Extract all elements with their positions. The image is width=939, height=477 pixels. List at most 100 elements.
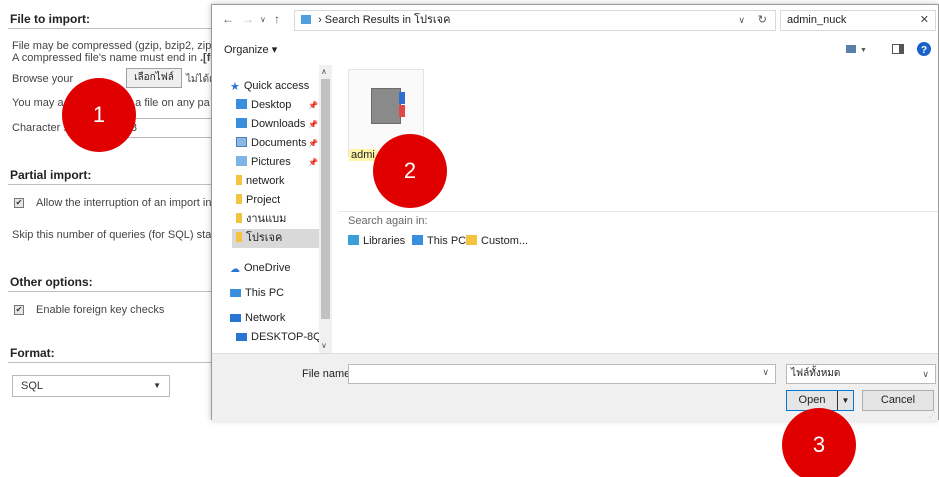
file-list: admi Search again in: Libraries This PC … [338,65,938,353]
format-select[interactable]: SQL ▼ [12,375,170,397]
desktop-icon [236,99,247,109]
forward-icon[interactable]: → [242,12,254,26]
scrollbar-thumb[interactable] [321,79,330,319]
compressed-name-prefix: A compressed file's name must end in [12,52,200,64]
preview-pane-icon[interactable] [892,44,904,57]
nav-scrollbar[interactable]: ∧ ∨ [319,65,332,353]
nav-project[interactable]: Project [236,191,320,210]
nav-onedrive[interactable]: ☁ OneDrive [230,259,332,278]
nav-label: Downloads [251,118,306,130]
nav-desktop[interactable]: Desktop 📌 [236,96,320,115]
choose-file-button[interactable]: เลือกไฟล์ [126,68,182,88]
nav-documents[interactable]: Documents 📌 [236,134,320,153]
file-to-import-title: File to import: [10,12,90,26]
network-icon [230,314,241,322]
pin-icon: 📌 [308,101,318,110]
svg-text:▼: ▼ [860,47,867,54]
file-name-input[interactable]: ∨ [348,364,776,384]
address-field[interactable]: › Search Results in โปรเจค ∨ ↻ [294,10,776,31]
folder-icon [301,15,311,24]
pin-icon: 📌 [308,120,318,129]
search-custom-link[interactable]: Custom... [466,235,528,247]
nav-network-folder[interactable]: network [236,172,320,191]
skip-queries-label: Skip this number of queries (for SQL) st… [12,229,227,241]
search-again-label: Search again in: [348,215,428,227]
recent-locations-icon[interactable]: ∨ [260,15,266,24]
nav-this-pc[interactable]: This PC [230,284,332,303]
navigation-pane: ★ Quick access Desktop 📌 Downloads 📌 Docume… [212,65,332,353]
file-icon-tab [399,92,405,104]
scroll-down-icon[interactable]: ∨ [321,341,327,350]
search-this-pc-link[interactable]: This PC [412,235,466,247]
up-folder-icon[interactable]: ↑ [274,12,280,26]
back-icon[interactable]: ← [222,12,234,26]
step-marker-1: 1 [62,78,136,152]
folder-icon [236,194,242,204]
chevron-down-icon: ▼ [153,381,161,390]
libraries-icon [348,235,359,245]
foreign-key-checkbox[interactable]: ✔ [14,305,24,315]
file-name-label: File name: [302,368,354,380]
folder-icon [236,175,242,185]
link-label: This PC [427,235,467,247]
step-marker-3: 3 [782,408,856,477]
nav-quick-access[interactable]: ★ Quick access [230,77,332,96]
nav-label: network [246,175,285,187]
custom-folder-icon [466,235,477,245]
browse-label: Browse your [12,73,74,85]
allow-interrupt-label: Allow the interruption of an import in c [36,197,221,209]
nav-project-thai[interactable]: โปรเจค [232,229,320,248]
link-label: Libraries [363,235,406,247]
star-icon: ★ [230,81,240,93]
format-title: Format: [10,346,55,360]
help-icon[interactable]: ? [917,42,931,59]
nav-label: Documents [251,137,307,149]
step-marker-2: 2 [373,134,447,208]
chevron-down-icon: ∨ [922,369,929,379]
nav-pictures[interactable]: Pictures 📌 [236,153,320,172]
allow-interrupt-checkbox[interactable]: ✔ [14,198,24,208]
cancel-button[interactable]: Cancel [862,390,934,411]
pin-icon: 📌 [308,139,318,148]
compressed-name-note: A compressed file's name must end in .[f… [12,52,221,64]
link-label: Custom... [481,235,529,247]
nav-label: Pictures [251,156,291,168]
file-type-select[interactable]: ไฟล์ทั้งหมด ∨ [786,364,936,384]
format-select-value: SQL [21,380,44,392]
nav-ngan-baem[interactable]: งานแบม [236,210,320,229]
close-search-icon[interactable]: ✕ [920,11,929,30]
chevron-down-icon[interactable]: ∨ [762,367,769,378]
nav-network[interactable]: Network [230,309,332,328]
nav-label: Project [246,194,281,206]
open-dropdown-icon[interactable]: ▼ [837,391,853,410]
address-path: Search Results in โปรเจค [324,14,451,26]
organize-button[interactable]: Organize ▾ [224,43,277,56]
resize-grip-icon[interactable]: ⋰ [929,411,936,419]
address-dropdown-icon[interactable]: ∨ [738,11,745,30]
nav-label: This PC [245,287,285,299]
partial-import-title: Partial import: [10,168,92,182]
drag-drop-prefix: You may a [12,97,64,109]
search-input[interactable]: admin_nuck ✕ [780,10,936,31]
view-options-icon[interactable]: ▼ [846,44,868,57]
nav-label: โปรเจค [246,232,283,244]
address-bar: ← → ∨ ↑ › Search Results in โปรเจค ∨ ↻ a… [212,5,938,35]
folder-icon [236,213,242,223]
no-file-chosen-text: ไม่ได้เ [186,74,213,85]
charset-label: Character s [12,122,69,134]
computer-icon [230,289,241,297]
nav-desktop-pc[interactable]: DESKTOP-8QTJRI [236,328,320,347]
computer-icon [412,235,423,245]
refresh-icon[interactable]: ↻ [758,11,767,30]
document-icon [236,137,247,147]
nav-label: DESKTOP-8QTJRI [251,331,320,343]
search-libraries-link[interactable]: Libraries [348,235,405,247]
search-value: admin_nuck [787,14,847,26]
computer-icon [236,333,247,341]
nav-downloads[interactable]: Downloads 📌 [236,115,320,134]
svg-text:?: ? [921,45,927,56]
folder-icon [236,232,242,242]
open-file-dialog: ← → ∨ ↑ › Search Results in โปรเจค ∨ ↻ a… [211,4,939,421]
scroll-up-icon[interactable]: ∧ [321,67,327,76]
file-type-value: ไฟล์ทั้งหมด [791,368,841,379]
